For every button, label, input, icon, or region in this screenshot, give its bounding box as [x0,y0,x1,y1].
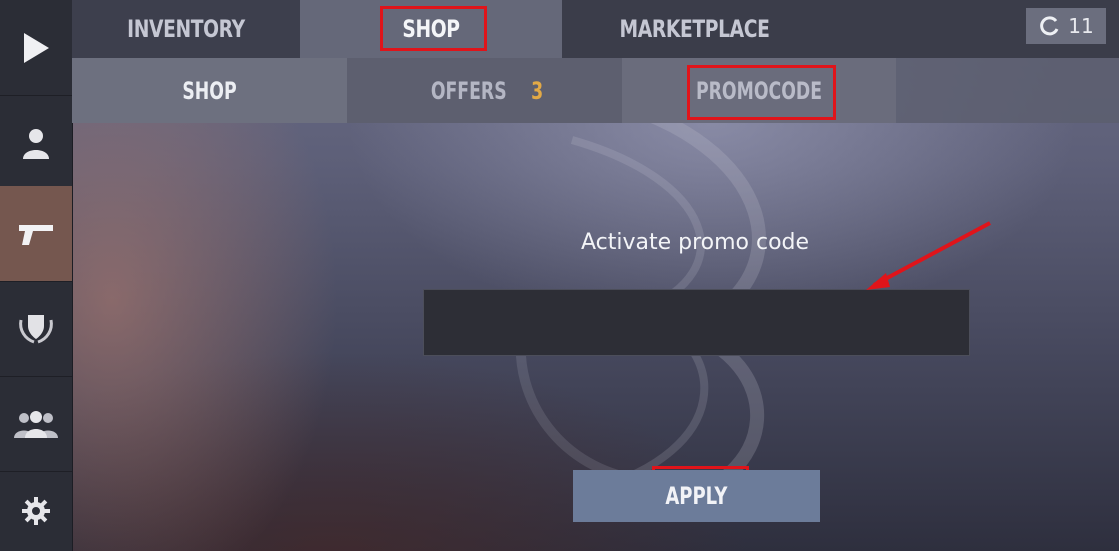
shield-laurel-icon [19,314,53,343]
subtab-offers[interactable]: OFFERS 3 [393,58,580,123]
subtab-shop[interactable]: SHOP [110,58,308,123]
sidebar-play-button[interactable] [0,0,72,96]
sidebar [0,0,73,551]
pistol-icon [19,224,53,245]
tab-inventory[interactable]: INVENTORY [97,0,275,58]
counter-value: 11 [1068,14,1094,38]
currency-counter[interactable]: 11 [1026,8,1106,44]
top-navigation: INVENTORY SHOP MARKETPLACE 11 [72,0,1119,58]
sidebar-settings-button[interactable] [0,471,72,551]
offers-count-badge: 3 [531,76,544,105]
group-icon [14,410,58,438]
highlight-shop-tab [380,6,487,51]
sidebar-friends-button[interactable] [0,376,72,472]
gear-icon [22,497,50,525]
sidebar-weapons-button[interactable] [0,186,72,282]
sidebar-profile-button[interactable] [0,95,72,191]
apply-button[interactable]: APPLY [573,470,820,522]
highlight-promocode-tab [687,65,836,120]
play-icon [24,32,49,63]
sub-navigation: SHOP OFFERS 3 PROMOCODE [72,58,1119,123]
promo-code-input[interactable] [423,289,970,356]
refresh-icon [1040,16,1059,36]
promo-title: Activate promo code [580,230,810,255]
apply-button-label: APPLY [665,482,728,510]
arrow-annotation-icon [866,221,991,290]
tab-marketplace[interactable]: MARKETPLACE [591,0,798,58]
subtab-offers-label: OFFERS [430,76,507,105]
user-icon [23,128,49,159]
sidebar-clan-button[interactable] [0,281,72,377]
